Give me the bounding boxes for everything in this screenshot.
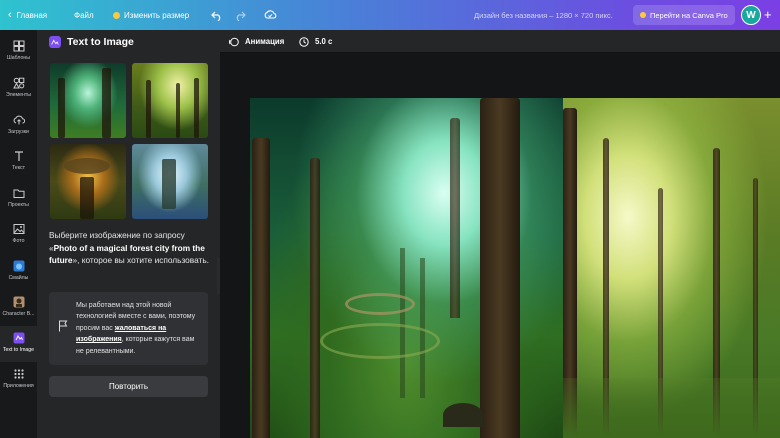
avatar[interactable]: W	[741, 5, 761, 25]
panel-header: Text to Image	[49, 36, 134, 48]
panel-description: Выберите изображение по запросу «Photo o…	[49, 229, 214, 267]
result-thumbnail[interactable]	[50, 63, 126, 138]
rail-label: Шаблоны	[7, 55, 30, 61]
top-bar: ‹ Главная Файл Изменить размер Дизайн бе…	[0, 0, 780, 30]
upgrade-pro-label: Перейти на Canva Pro	[650, 10, 728, 20]
photos-icon	[13, 224, 24, 234]
rail-label: Character B...	[2, 311, 35, 317]
rail-label: Элементы	[6, 92, 31, 98]
upgrade-pro-button[interactable]: Перейти на Canva Pro	[633, 5, 735, 25]
text-to-image-panel: Text to Image Выберите изображение по за…	[37, 30, 220, 438]
result-thumbnail[interactable]	[50, 144, 126, 219]
left-rail: Шаблоны Элементы Загрузки Текст Проекты …	[0, 30, 37, 438]
rail-label: Смайлы	[8, 275, 29, 281]
animation-label: Анимация	[245, 37, 285, 46]
generated-image-left[interactable]	[250, 98, 563, 438]
text-to-image-icon	[49, 36, 61, 48]
canvas-area[interactable]	[220, 53, 780, 438]
rail-item-templates[interactable]: Шаблоны	[0, 34, 37, 70]
rail-item-text-to-image[interactable]: Text to Image	[0, 326, 37, 362]
file-menu-button[interactable]: Файл	[74, 0, 94, 30]
text-to-image-icon	[13, 332, 24, 344]
rail-item-character-builder[interactable]: Character B...	[0, 290, 37, 326]
smileys-icon	[13, 260, 24, 272]
cloud-save-icon[interactable]	[263, 8, 277, 22]
desc-suffix: », которое вы хотите использовать.	[72, 255, 209, 266]
rail-label: Загрузки	[8, 129, 29, 135]
projects-icon	[13, 189, 24, 198]
duration-label: 5.0 с	[315, 37, 333, 46]
rail-item-photos[interactable]: Фото	[0, 217, 37, 253]
flag-icon	[59, 320, 68, 332]
rail-item-smileys[interactable]: Смайлы	[0, 254, 37, 290]
home-label: Главная	[16, 10, 48, 20]
redo-icon[interactable]	[234, 9, 246, 21]
animation-icon	[229, 37, 239, 46]
rail-label: Фото	[12, 238, 25, 244]
undo-icon[interactable]	[211, 9, 223, 21]
chevron-left-icon: ‹	[8, 9, 12, 21]
rail-label: Text to Image	[2, 347, 35, 353]
plus-icon[interactable]: +	[764, 7, 772, 23]
retry-button[interactable]: Повторить	[49, 376, 208, 397]
duration-button[interactable]: 5.0 с	[299, 30, 332, 53]
feedback-notice: Мы работаем над этой новой технологией в…	[49, 292, 208, 365]
rail-item-uploads[interactable]: Загрузки	[0, 108, 37, 144]
generated-image-right[interactable]	[563, 98, 780, 438]
rail-item-projects[interactable]: Проекты	[0, 181, 37, 217]
text-icon	[14, 151, 23, 161]
animation-button[interactable]: Анимация	[229, 30, 284, 53]
design-title[interactable]: Дизайн без названия – 1280 × 720 пикс.	[474, 0, 613, 30]
clock-icon	[299, 36, 309, 47]
resize-label: Изменить размер	[124, 10, 190, 20]
crown-icon	[113, 11, 120, 19]
elements-icon	[12, 77, 24, 89]
result-thumbnail[interactable]	[132, 144, 208, 219]
crown-icon	[640, 12, 646, 18]
home-button[interactable]: ‹ Главная	[8, 0, 47, 30]
editor-toolbar: Анимация 5.0 с	[220, 30, 780, 53]
apps-icon	[13, 369, 24, 379]
rail-item-text[interactable]: Текст	[0, 144, 37, 180]
rail-item-elements[interactable]: Элементы	[0, 71, 37, 107]
rail-label: Проекты	[8, 202, 29, 208]
result-thumbnail[interactable]	[132, 63, 208, 138]
rail-item-apps[interactable]: Приложения	[0, 362, 37, 398]
gazebo-shape	[443, 403, 483, 427]
uploads-icon	[13, 115, 25, 125]
templates-icon	[13, 40, 24, 52]
panel-title: Text to Image	[67, 36, 134, 48]
file-label: Файл	[74, 10, 94, 20]
rail-label: Текст	[11, 165, 26, 171]
resize-button[interactable]: Изменить размер	[113, 0, 189, 30]
character-builder-icon	[13, 296, 24, 308]
notice-text: Мы работаем над этой новой технологией в…	[76, 300, 202, 357]
rail-label: Приложения	[3, 383, 34, 389]
